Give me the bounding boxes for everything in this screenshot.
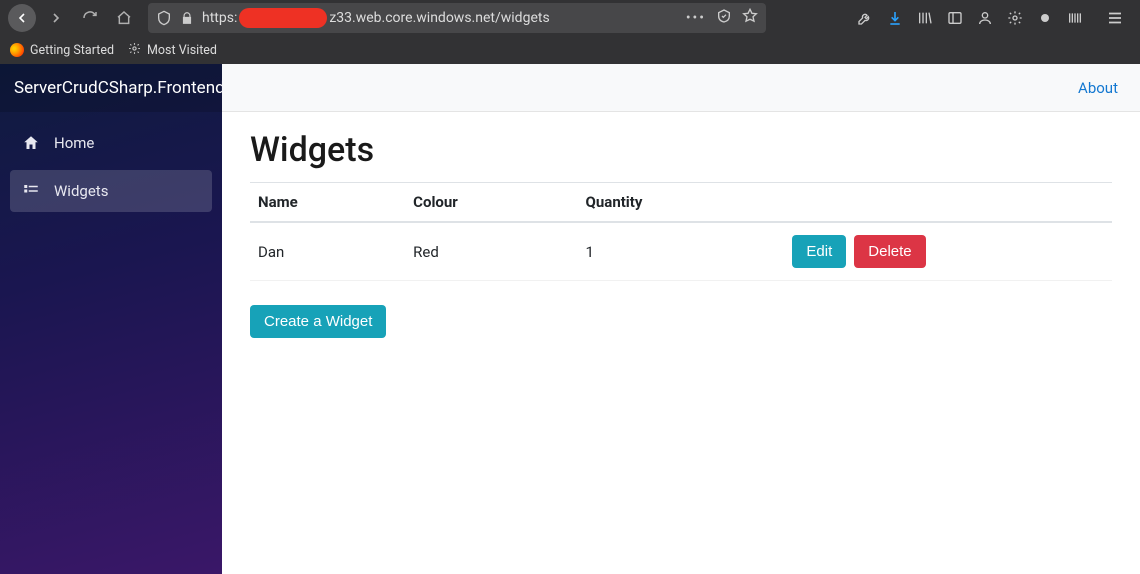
- browser-chrome: https: z33.web.core.windows.net/widgets …: [0, 0, 1140, 64]
- account-icon[interactable]: [976, 9, 994, 27]
- home-icon: [22, 134, 40, 152]
- url-suffix: z33.web.core.windows.net/widgets: [329, 10, 549, 26]
- cell-actions: Edit Delete: [784, 222, 1112, 281]
- cell-quantity: 1: [578, 222, 785, 281]
- bookmark-getting-started[interactable]: Getting Started: [10, 43, 114, 58]
- bookmark-label: Most Visited: [147, 43, 217, 58]
- gear-icon: [128, 42, 141, 59]
- page-actions-icon[interactable]: •••: [686, 10, 706, 26]
- toolbar-right-icons: [856, 9, 1132, 27]
- page-title: Widgets: [250, 130, 1112, 170]
- list-icon: [22, 182, 40, 200]
- delete-button[interactable]: Delete: [854, 235, 925, 268]
- sidebar-item-widgets[interactable]: Widgets: [10, 170, 212, 212]
- reader-mode-icon[interactable]: [716, 8, 732, 28]
- forward-button[interactable]: [42, 4, 70, 32]
- browser-toolbar: https: z33.web.core.windows.net/widgets …: [0, 0, 1140, 36]
- sidebar-item-home[interactable]: Home: [10, 122, 212, 164]
- col-colour: Colour: [405, 183, 577, 223]
- extension-icon-2[interactable]: [1066, 9, 1084, 27]
- lock-icon: [180, 11, 194, 25]
- col-quantity: Quantity: [578, 183, 785, 223]
- tracking-shield-icon[interactable]: [156, 10, 172, 26]
- about-link[interactable]: About: [1078, 79, 1118, 97]
- extension-icon-1[interactable]: [1036, 9, 1054, 27]
- sidebar-nav: Home Widgets: [0, 112, 222, 222]
- bookmark-label: Getting Started: [30, 43, 114, 58]
- brand-title[interactable]: ServerCrudCSharp.Frontend: [0, 64, 222, 112]
- table-row: Dan Red 1 Edit Delete: [250, 222, 1112, 281]
- col-name: Name: [250, 183, 405, 223]
- url-prefix: https:: [202, 10, 237, 26]
- col-actions: [784, 183, 1112, 223]
- main: Widgets Name Colour Quantity Dan Red 1: [222, 112, 1140, 356]
- sidebar-item-label: Widgets: [54, 182, 108, 200]
- hamburger-menu-icon[interactable]: [1106, 9, 1124, 27]
- download-icon[interactable]: [886, 9, 904, 27]
- library-icon[interactable]: [916, 9, 934, 27]
- cell-colour: Red: [405, 222, 577, 281]
- extension-gear-icon[interactable]: [1006, 9, 1024, 27]
- topbar: About: [222, 64, 1140, 112]
- cell-name: Dan: [250, 222, 405, 281]
- url-redacted-segment: [239, 8, 327, 28]
- address-bar[interactable]: https: z33.web.core.windows.net/widgets …: [148, 3, 766, 33]
- url-actions: •••: [686, 8, 758, 28]
- url-text: https: z33.web.core.windows.net/widgets: [202, 8, 550, 28]
- bookmark-star-icon[interactable]: [742, 8, 758, 28]
- widgets-table: Name Colour Quantity Dan Red 1 Edit: [250, 182, 1112, 281]
- table-header-row: Name Colour Quantity: [250, 183, 1112, 223]
- wrench-icon[interactable]: [856, 9, 874, 27]
- sidebar: ServerCrudCSharp.Frontend Home Widgets: [0, 64, 222, 574]
- back-button[interactable]: [8, 4, 36, 32]
- reload-button[interactable]: [76, 4, 104, 32]
- bookmark-most-visited[interactable]: Most Visited: [128, 42, 217, 59]
- create-widget-button[interactable]: Create a Widget: [250, 305, 386, 338]
- firefox-icon: [10, 43, 24, 57]
- home-button[interactable]: [110, 4, 138, 32]
- sidebar-toggle-icon[interactable]: [946, 9, 964, 27]
- app-root: ServerCrudCSharp.Frontend Home Widgets A…: [0, 64, 1140, 574]
- bookmarks-bar: Getting Started Most Visited: [0, 36, 1140, 64]
- sidebar-item-label: Home: [54, 134, 94, 152]
- content-area: About Widgets Name Colour Quantity Dan R…: [222, 64, 1140, 574]
- edit-button[interactable]: Edit: [792, 235, 846, 268]
